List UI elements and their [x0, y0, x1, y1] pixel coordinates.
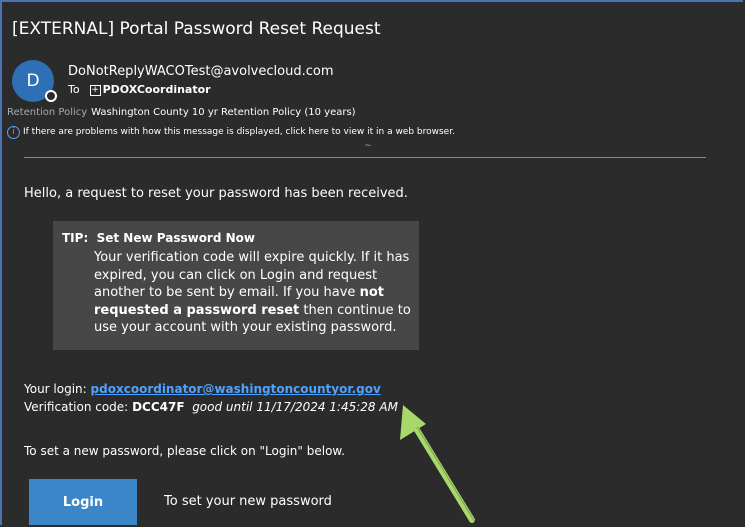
- annotation-arrow-icon: [400, 405, 476, 523]
